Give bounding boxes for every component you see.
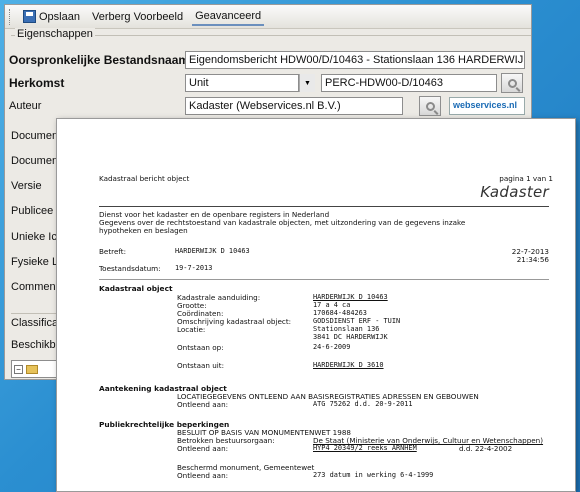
doc-page-number: pagina 1 van 1	[499, 174, 553, 183]
aantekening-source-label: Ontleend aan:	[177, 400, 229, 409]
webservices-logo: webservices.nl	[449, 97, 525, 115]
kadastraal-object-heading: Kadastraal object	[99, 284, 173, 293]
aantekening-source-value: ATG 75262 d.d. 20-9-2011	[313, 400, 413, 408]
origin-type-value: Unit	[185, 74, 299, 92]
divider-rule	[99, 279, 549, 280]
properties-group: Eigenschappen	[11, 28, 531, 40]
author-row: Auteur Kadaster (Webservices.nl B.V.) we…	[9, 95, 529, 117]
doc-time: 21:34:56	[516, 255, 549, 264]
search-icon	[507, 78, 517, 88]
pub-source-label: Ontleend aan:	[177, 444, 229, 453]
unique-id-label: Unieke Ic	[11, 231, 57, 243]
pub-source-date: d.d. 22-4-2002	[459, 444, 513, 453]
original-name-field[interactable]: Eigendomsbericht HDW00/D/10463 - Station…	[185, 51, 525, 69]
author-lookup-button[interactable]	[419, 96, 441, 116]
toestandsdatum-value: 19-7-2013	[175, 264, 213, 272]
save-button[interactable]: Opslaan	[20, 8, 83, 25]
origin-label: Herkomst	[9, 76, 65, 90]
save-icon	[23, 10, 36, 23]
version-label: Versie	[11, 180, 42, 192]
original-name-row: Oorspronkelijke Bestandsnaam Eigendomsbe…	[9, 49, 529, 71]
obj-value: 24-6-2009	[313, 343, 351, 351]
classification-title: Classifica	[11, 317, 59, 329]
pub2-source-label: Ontleend aan:	[177, 471, 229, 480]
folder-icon	[26, 364, 38, 374]
header-rule	[99, 206, 549, 207]
origin-lookup-button[interactable]	[501, 73, 523, 93]
original-name-label: Oorspronkelijke Bestandsnaam	[9, 53, 185, 67]
collapse-icon[interactable]: −	[14, 364, 23, 374]
availability-label: Beschikb	[11, 339, 56, 351]
document-preview: Kadastraal bericht object pagina 1 van 1…	[56, 118, 576, 492]
advanced-button[interactable]: Geavanceerd	[192, 8, 265, 26]
search-icon	[425, 101, 435, 111]
doc-header-title: Kadastraal bericht object	[99, 174, 190, 183]
document-type-label: Documen	[11, 130, 59, 142]
chevron-down-icon[interactable]: ▼	[299, 74, 315, 92]
properties-group-title: Eigenschappen	[15, 28, 95, 40]
origin-row: Herkomst Unit ▼ PERC-HDW00-D/10463	[9, 72, 529, 94]
publication-label: Publicee	[11, 205, 54, 217]
obj-key: Locatie:	[177, 325, 206, 334]
author-label: Auteur	[9, 100, 42, 112]
toolbar: Opslaan Verberg Voorbeeld Geavanceerd	[5, 5, 531, 29]
comment-label: Commen	[11, 281, 56, 293]
physical-location-label: Fysieke L	[11, 256, 59, 268]
origin-field[interactable]: PERC-HDW00-D/10463	[321, 74, 497, 92]
origin-type-select[interactable]: Unit ▼	[185, 74, 315, 92]
obj-value: 3841 DC HARDERWIJK	[313, 333, 388, 341]
obj-key: Ontstaan op:	[177, 343, 224, 352]
toestandsdatum-label: Toestandsdatum:	[99, 264, 161, 273]
save-label: Opslaan	[39, 10, 80, 23]
kadaster-logo: Kadaster	[480, 183, 549, 201]
pub-source-link[interactable]: HYP4 20349/2 reeks ARNHEM	[313, 444, 417, 453]
document-date-label: Documen	[11, 155, 59, 167]
obj-key: Ontstaan uit:	[177, 361, 225, 370]
obj-value-link[interactable]: HARDERWIJK D 3610	[313, 361, 384, 370]
author-field[interactable]: Kadaster (Webservices.nl B.V.)	[185, 97, 403, 115]
toolbar-grip[interactable]	[9, 8, 12, 25]
hide-preview-button[interactable]: Verberg Voorbeeld	[89, 9, 186, 25]
pub2-source-value: 273 datum in werking 6-4-1999	[313, 471, 434, 479]
betreft-value: HARDERWIJK D 10463	[175, 247, 250, 255]
betreft-label: Betreft:	[99, 247, 127, 256]
doc-intro-3: hypotheken en beslagen	[99, 226, 188, 235]
